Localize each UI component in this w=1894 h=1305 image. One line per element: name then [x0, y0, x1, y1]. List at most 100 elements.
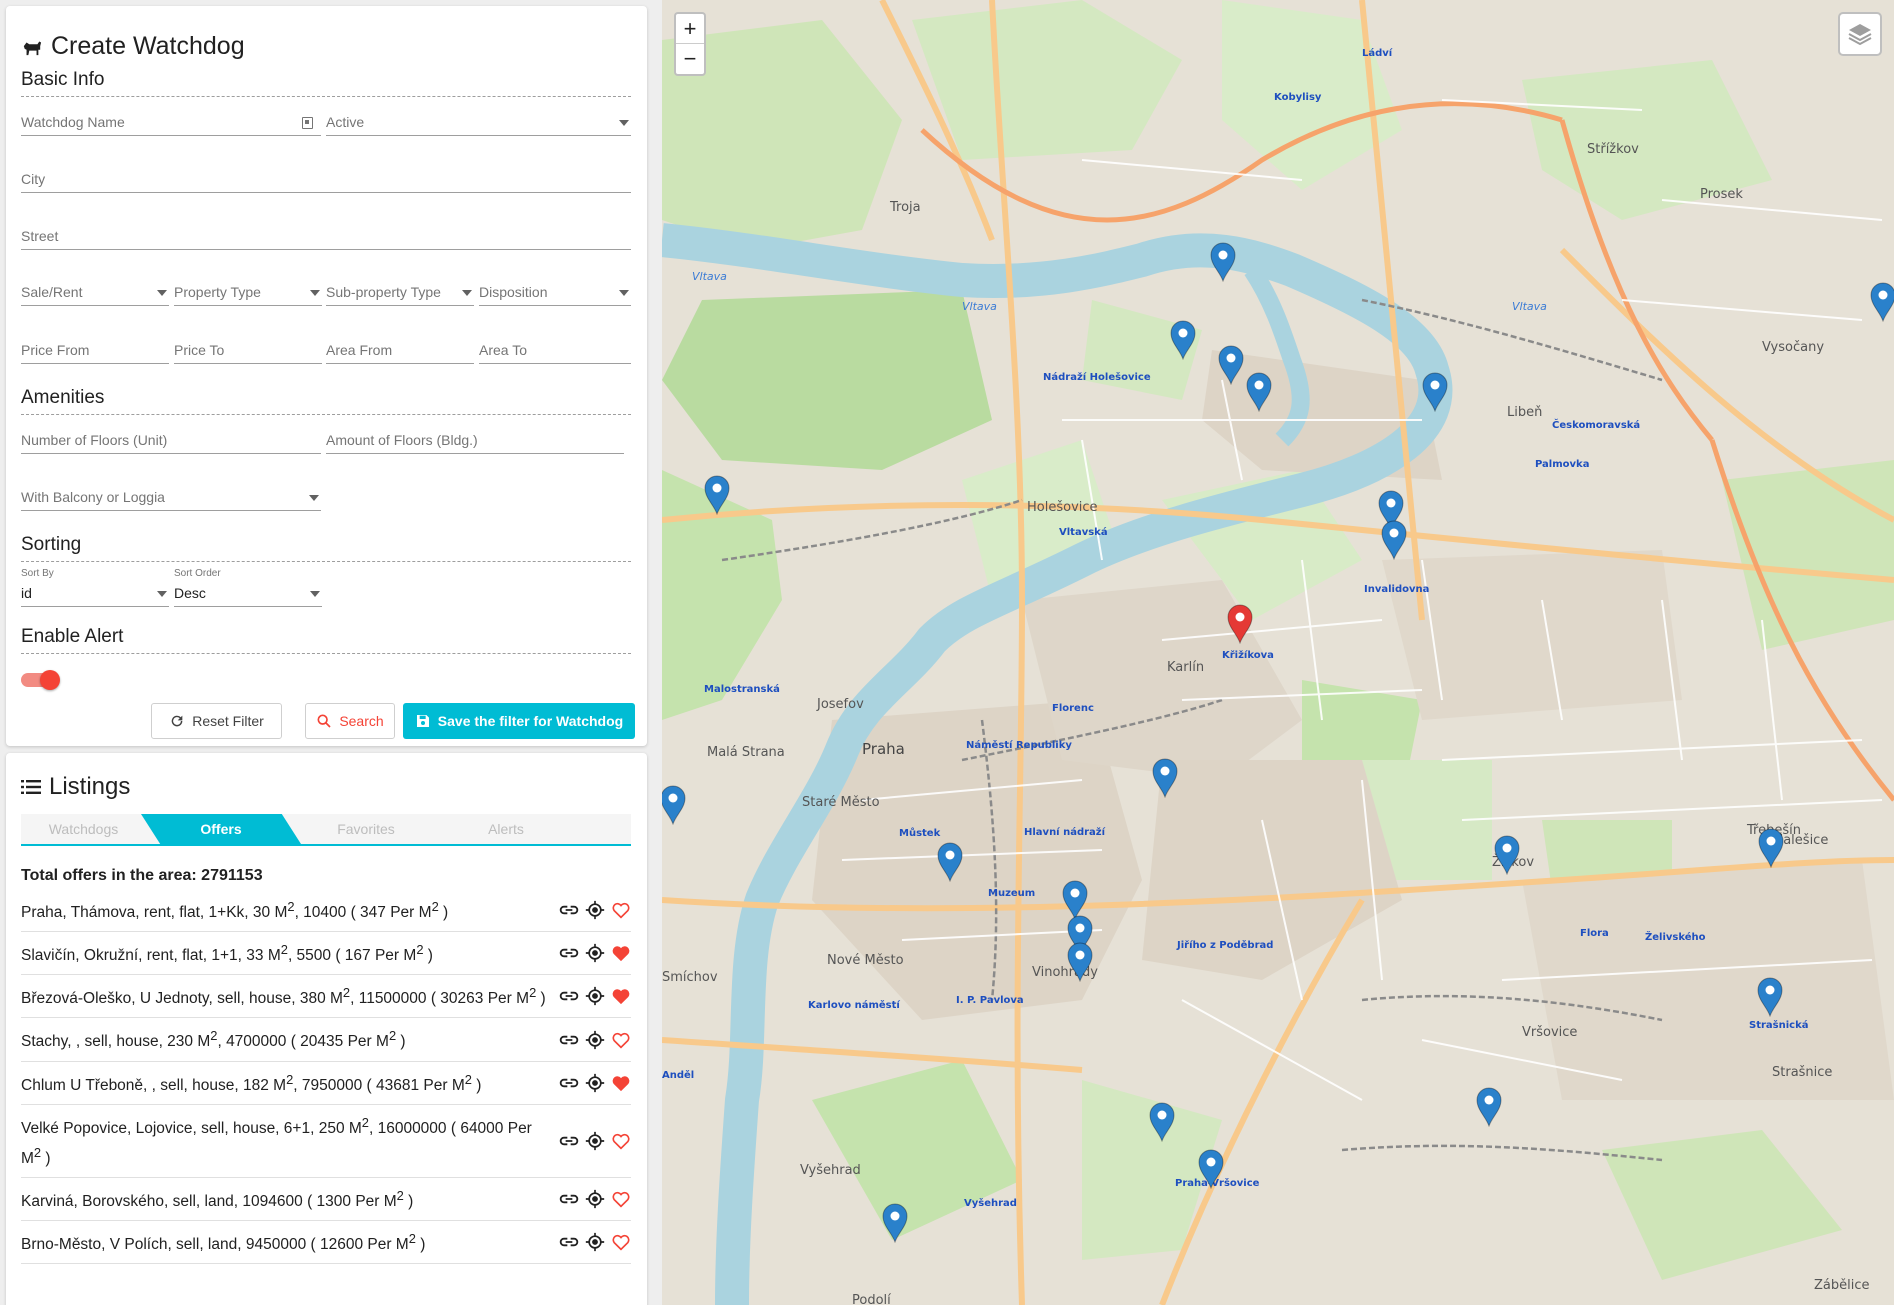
locate-icon[interactable]: [585, 943, 605, 963]
map-pin-icon[interactable]: [1170, 320, 1196, 361]
heart-filled-icon[interactable]: [611, 987, 631, 1005]
tab-alerts[interactable]: Alerts: [436, 814, 576, 844]
tab-favorites[interactable]: Favorites: [296, 814, 436, 844]
tab-watchdogs[interactable]: Watchdogs: [21, 814, 146, 844]
sort-by-value: id: [21, 585, 32, 601]
listing-row[interactable]: Praha, Thámova, rent, flat, 1+Kk, 30 M2,…: [21, 889, 631, 933]
link-icon[interactable]: [559, 1076, 579, 1090]
search-button[interactable]: Search: [305, 703, 395, 739]
listing-actions: [559, 1189, 631, 1209]
link-icon[interactable]: [559, 989, 579, 1003]
link-icon[interactable]: [559, 903, 579, 917]
active-select[interactable]: Active: [326, 110, 631, 136]
map-pin-icon[interactable]: [1152, 758, 1178, 799]
zoom-in-button[interactable]: +: [676, 14, 704, 44]
alert-toggle[interactable]: [21, 670, 60, 690]
locate-icon[interactable]: [585, 1189, 605, 1209]
map-pin-icon[interactable]: [1476, 1087, 1502, 1128]
listing-actions: [559, 1232, 631, 1252]
heart-outline-icon[interactable]: [611, 1190, 631, 1208]
locate-icon[interactable]: [585, 1232, 605, 1252]
locate-icon[interactable]: [585, 900, 605, 920]
listings-header: Listings: [21, 773, 130, 801]
property-type-select[interactable]: Property Type: [174, 280, 322, 306]
link-icon[interactable]: [559, 1134, 579, 1148]
link-icon[interactable]: [559, 946, 579, 960]
sub-property-type-select[interactable]: Sub-property Type: [326, 280, 474, 306]
map-pin-icon[interactable]: [1198, 1149, 1224, 1190]
map-label: Vršovice: [1522, 1025, 1578, 1040]
tab-offers[interactable]: Offers: [146, 814, 296, 844]
map-label: Můstek: [899, 828, 941, 839]
heart-filled-icon[interactable]: [611, 944, 631, 962]
watchdog-name-field[interactable]: Watchdog Name: [21, 110, 321, 136]
heart-outline-icon[interactable]: [611, 1132, 631, 1150]
layers-button[interactable]: [1838, 12, 1882, 56]
floors-bldg-field[interactable]: Amount of Floors (Bldg.): [326, 428, 624, 454]
sort-by-select[interactable]: id: [21, 581, 169, 607]
listing-row[interactable]: Slavičín, Okružní, rent, flat, 1+1, 33 M…: [21, 932, 631, 976]
map-pin-icon[interactable]: [1870, 282, 1894, 323]
sort-order-select[interactable]: Desc: [174, 581, 322, 607]
locate-icon[interactable]: [585, 1030, 605, 1050]
listing-text: Chlum U Třeboně, , sell, house, 182 M2, …: [21, 1071, 482, 1094]
map-pin-icon[interactable]: [1422, 372, 1448, 413]
map-pin-icon[interactable]: [1381, 520, 1407, 561]
link-icon[interactable]: [559, 1235, 579, 1249]
map[interactable]: + − PrahaKarlínHolešoviceŽižkovLibeňTroj…: [662, 0, 1894, 1305]
locate-icon[interactable]: [585, 1073, 605, 1093]
listing-row[interactable]: Chlum U Třeboně, , sell, house, 182 M2, …: [21, 1062, 631, 1105]
calendar-icon[interactable]: [302, 117, 313, 129]
heart-outline-icon[interactable]: [611, 901, 631, 919]
map-pin-icon[interactable]: [1246, 372, 1272, 413]
map-pin-icon[interactable]: [662, 785, 686, 826]
map-pin-icon[interactable]: [882, 1203, 908, 1244]
map-label: Kobylisy: [1274, 92, 1322, 103]
map-label: Holešovice: [1027, 500, 1098, 515]
basic-info-heading: Basic Info: [21, 69, 105, 90]
chevron-down-icon: [310, 290, 320, 296]
link-icon[interactable]: [559, 1033, 579, 1047]
create-watchdog-card: Create Watchdog Basic Info Watchdog Name…: [6, 6, 647, 746]
sale-rent-select[interactable]: Sale/Rent: [21, 280, 169, 306]
balcony-select[interactable]: With Balcony or Loggia: [21, 485, 321, 511]
link-icon[interactable]: [559, 1192, 579, 1206]
listing-actions: [559, 1131, 631, 1151]
street-field[interactable]: Street: [21, 224, 631, 250]
selected-map-pin-icon[interactable]: [1227, 604, 1253, 645]
heart-outline-icon[interactable]: [611, 1233, 631, 1251]
map-pin-icon[interactable]: [1067, 942, 1093, 983]
listing-row[interactable]: Stachy, , sell, house, 230 M2, 4700000 (…: [21, 1018, 631, 1062]
map-pin-icon[interactable]: [1757, 977, 1783, 1018]
price-to-field[interactable]: Price To: [174, 338, 322, 364]
save-watchdog-button[interactable]: Save the filter for Watchdog: [403, 703, 635, 739]
reset-filter-button[interactable]: Reset Filter: [151, 703, 282, 739]
map-pin-icon[interactable]: [937, 842, 963, 883]
floors-unit-field[interactable]: Number of Floors (Unit): [21, 428, 321, 454]
map-label: Vltava: [962, 300, 997, 313]
area-from-field[interactable]: Area From: [326, 338, 474, 364]
locate-icon[interactable]: [585, 986, 605, 1006]
listing-row[interactable]: Brno-Město, V Polích, sell, land, 945000…: [21, 1221, 631, 1265]
city-field[interactable]: City: [21, 167, 631, 193]
map-pin-icon[interactable]: [1062, 880, 1088, 921]
area-from-placeholder: Area From: [326, 342, 393, 358]
locate-icon[interactable]: [585, 1131, 605, 1151]
map-label: Anděl: [662, 1070, 695, 1081]
price-from-field[interactable]: Price From: [21, 338, 169, 364]
map-pin-icon[interactable]: [704, 475, 730, 516]
map-pin-icon[interactable]: [1494, 835, 1520, 876]
disposition-select[interactable]: Disposition: [479, 280, 631, 306]
listing-row[interactable]: Velké Popovice, Lojovice, sell, house, 6…: [21, 1105, 631, 1179]
heart-filled-icon[interactable]: [611, 1074, 631, 1092]
map-pin-icon[interactable]: [1210, 242, 1236, 283]
zoom-out-button[interactable]: −: [676, 44, 704, 74]
listing-row[interactable]: Březová-Oleško, U Jednoty, sell, house, …: [21, 975, 631, 1019]
map-pin-icon[interactable]: [1218, 345, 1244, 386]
map-pin-icon[interactable]: [1758, 828, 1784, 869]
heart-outline-icon[interactable]: [611, 1031, 631, 1049]
price-from-placeholder: Price From: [21, 342, 90, 358]
listing-row[interactable]: Karviná, Borovského, sell, land, 1094600…: [21, 1178, 631, 1222]
area-to-field[interactable]: Area To: [479, 338, 631, 364]
map-pin-icon[interactable]: [1149, 1102, 1175, 1143]
